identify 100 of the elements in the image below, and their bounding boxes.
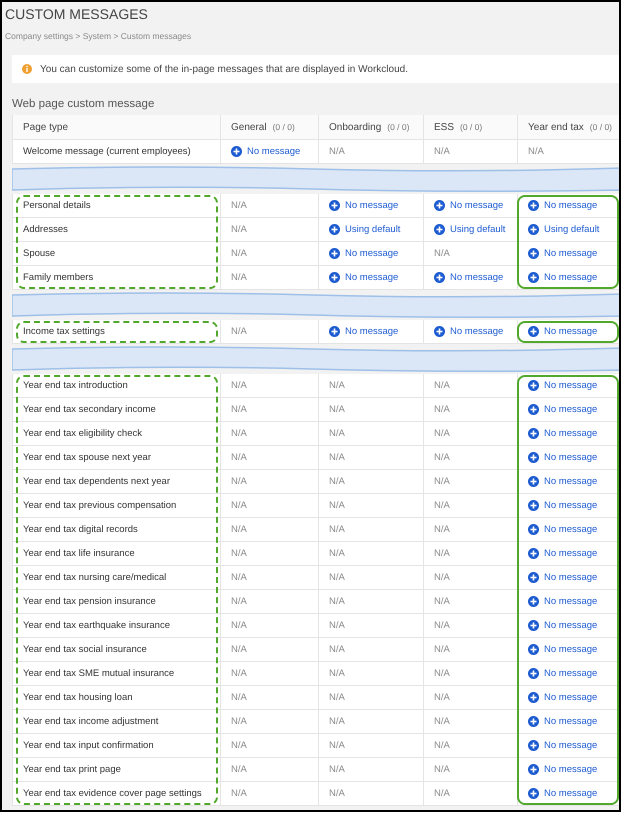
na-text: N/A bbox=[329, 620, 345, 631]
message-link[interactable]: No message bbox=[434, 326, 504, 337]
na-text: N/A bbox=[231, 476, 247, 487]
na-text: N/A bbox=[434, 500, 450, 511]
na-text: N/A bbox=[434, 428, 450, 439]
page-type-cell: Addresses bbox=[12, 218, 220, 241]
message-link[interactable]: No message bbox=[528, 380, 598, 391]
message-link[interactable]: No message bbox=[528, 524, 598, 535]
na-text: N/A bbox=[434, 380, 450, 391]
message-link[interactable]: No message bbox=[528, 248, 598, 259]
message-link[interactable]: No message bbox=[528, 788, 598, 799]
message-link[interactable]: No message bbox=[528, 404, 598, 415]
plus-icon bbox=[528, 740, 539, 751]
page-type-cell: Personal details bbox=[12, 194, 220, 217]
na-text: N/A bbox=[231, 524, 247, 535]
column-header: General (0 / 0) bbox=[220, 115, 318, 139]
message-link[interactable]: No message bbox=[329, 326, 398, 337]
na-text: N/A bbox=[434, 548, 450, 559]
na-text: N/A bbox=[231, 572, 247, 583]
na-text: N/A bbox=[231, 692, 247, 703]
page-type-cell: Year end tax print page bbox=[12, 758, 220, 781]
message-link[interactable]: Using default bbox=[329, 224, 400, 235]
message-link[interactable]: No message bbox=[329, 200, 398, 211]
na-text: N/A bbox=[329, 596, 345, 607]
message-link[interactable]: No message bbox=[329, 272, 398, 283]
na-text: N/A bbox=[434, 596, 450, 607]
page-type-cell: Year end tax life insurance bbox=[12, 542, 220, 565]
page-type-cell: Family members bbox=[12, 266, 220, 289]
plus-icon bbox=[231, 146, 242, 157]
section-title: Web page custom message bbox=[11, 97, 156, 112]
na-text: N/A bbox=[434, 146, 450, 157]
message-link[interactable]: No message bbox=[528, 740, 598, 751]
na-text: N/A bbox=[231, 452, 247, 463]
column-header: ESS (0 / 0) bbox=[423, 115, 517, 139]
page-type-cell: Year end tax previous compensation bbox=[12, 494, 220, 517]
plus-icon bbox=[528, 764, 539, 775]
plus-icon bbox=[434, 272, 445, 283]
page-type-cell: Year end tax SME mutual insurance bbox=[12, 662, 220, 685]
page-type-cell: Year end tax eligibility check bbox=[12, 422, 220, 445]
page-type-cell: Year end tax earthquake insurance bbox=[12, 614, 220, 637]
na-text: N/A bbox=[231, 380, 247, 391]
message-link[interactable]: No message bbox=[528, 452, 598, 463]
message-link[interactable]: No message bbox=[528, 572, 598, 583]
message-link[interactable]: No message bbox=[528, 428, 598, 439]
message-link[interactable]: No message bbox=[528, 692, 598, 703]
plus-icon bbox=[528, 524, 539, 535]
plus-icon bbox=[329, 200, 340, 211]
plus-icon bbox=[434, 224, 445, 235]
na-text: N/A bbox=[231, 644, 247, 655]
page-type-cell: Year end tax digital records bbox=[12, 518, 220, 541]
na-text: N/A bbox=[434, 248, 450, 259]
plus-icon bbox=[528, 668, 539, 679]
na-text: N/A bbox=[231, 428, 247, 439]
page-title: CUSTOM MESSAGES bbox=[4, 5, 149, 22]
page-type-cell: Income tax settings bbox=[12, 320, 220, 343]
na-text: N/A bbox=[231, 500, 247, 511]
message-link[interactable]: Using default bbox=[434, 224, 506, 235]
message-link[interactable]: No message bbox=[528, 200, 598, 211]
message-link[interactable]: No message bbox=[528, 596, 598, 607]
page-type-cell: Year end tax introduction bbox=[12, 374, 220, 397]
message-link[interactable]: No message bbox=[528, 620, 598, 631]
na-text: N/A bbox=[329, 524, 345, 535]
na-text: N/A bbox=[434, 764, 450, 775]
page-type-cell: Year end tax spouse next year bbox=[12, 446, 220, 469]
message-link[interactable]: No message bbox=[434, 200, 504, 211]
na-text: N/A bbox=[231, 326, 247, 337]
plus-icon bbox=[528, 326, 539, 337]
plus-icon bbox=[528, 548, 539, 559]
na-text: N/A bbox=[434, 692, 450, 703]
message-link[interactable]: No message bbox=[528, 476, 598, 487]
message-link[interactable]: No message bbox=[329, 248, 398, 259]
plus-icon bbox=[434, 326, 445, 337]
na-text: N/A bbox=[434, 476, 450, 487]
plus-icon bbox=[528, 596, 539, 607]
message-link[interactable]: No message bbox=[528, 644, 598, 655]
message-link[interactable]: No message bbox=[528, 500, 598, 511]
na-text: N/A bbox=[329, 668, 345, 679]
na-text: N/A bbox=[434, 716, 450, 727]
plus-icon bbox=[528, 644, 539, 655]
plus-icon bbox=[528, 272, 539, 283]
message-link[interactable]: Using default bbox=[528, 224, 600, 235]
na-text: N/A bbox=[329, 380, 345, 391]
na-text: N/A bbox=[329, 146, 345, 157]
na-text: N/A bbox=[434, 452, 450, 463]
plus-icon bbox=[329, 272, 340, 283]
page-type-cell: Year end tax housing loan bbox=[12, 686, 220, 709]
message-link[interactable]: No message bbox=[434, 272, 504, 283]
message-link[interactable]: No message bbox=[528, 326, 598, 337]
na-text: N/A bbox=[434, 668, 450, 679]
message-link[interactable]: No message bbox=[528, 272, 598, 283]
message-link[interactable]: No message bbox=[528, 716, 598, 727]
message-link[interactable]: No message bbox=[528, 548, 598, 559]
plus-icon bbox=[528, 380, 539, 391]
message-link[interactable]: No message bbox=[528, 668, 598, 679]
na-text: N/A bbox=[434, 404, 450, 415]
message-link[interactable]: No message bbox=[231, 146, 300, 157]
na-text: N/A bbox=[434, 644, 450, 655]
na-text: N/A bbox=[231, 668, 247, 679]
message-link[interactable]: No message bbox=[528, 764, 598, 775]
info-text: You can customize some of the in-page messages that are displayed in Workcloud. bbox=[40, 64, 408, 74]
